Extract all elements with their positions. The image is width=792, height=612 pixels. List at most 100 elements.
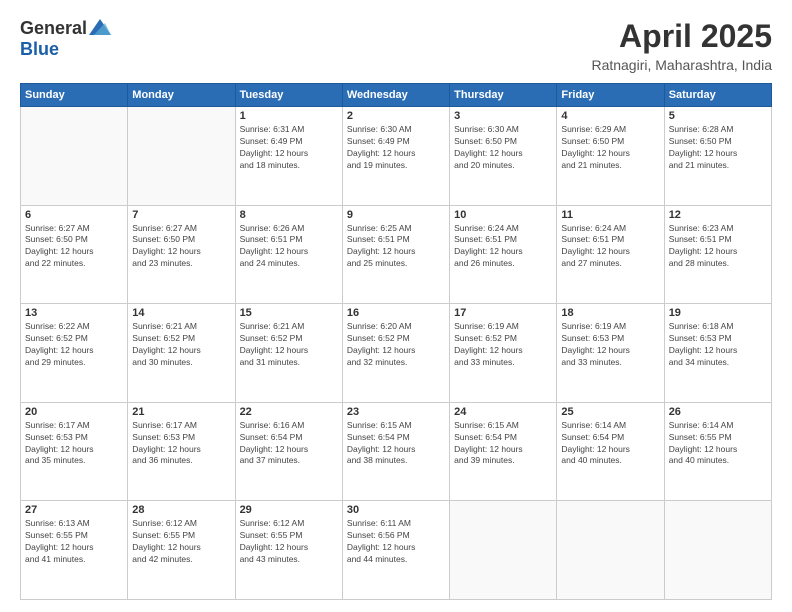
calendar-cell: 14 Sunrise: 6:21 AMSunset: 6:52 PMDayligh… bbox=[128, 304, 235, 403]
day-detail: Sunrise: 6:30 AMSunset: 6:49 PMDaylight:… bbox=[347, 124, 445, 172]
calendar-cell: 30 Sunrise: 6:11 AMSunset: 6:56 PMDayligh… bbox=[342, 501, 449, 600]
day-number: 5 bbox=[669, 110, 767, 122]
day-detail: Sunrise: 6:14 AMSunset: 6:54 PMDaylight:… bbox=[561, 420, 659, 468]
calendar-cell: 25 Sunrise: 6:14 AMSunset: 6:54 PMDayligh… bbox=[557, 402, 664, 501]
calendar-cell bbox=[128, 107, 235, 206]
calendar-cell: 18 Sunrise: 6:19 AMSunset: 6:53 PMDayligh… bbox=[557, 304, 664, 403]
day-detail: Sunrise: 6:27 AMSunset: 6:50 PMDaylight:… bbox=[132, 223, 230, 271]
calendar-week-1: 6 Sunrise: 6:27 AMSunset: 6:50 PMDaylight… bbox=[21, 205, 772, 304]
day-detail: Sunrise: 6:17 AMSunset: 6:53 PMDaylight:… bbox=[25, 420, 123, 468]
calendar-location: Ratnagiri, Maharashtra, India bbox=[591, 57, 772, 73]
day-detail: Sunrise: 6:14 AMSunset: 6:55 PMDaylight:… bbox=[669, 420, 767, 468]
day-detail: Sunrise: 6:26 AMSunset: 6:51 PMDaylight:… bbox=[240, 223, 338, 271]
day-detail: Sunrise: 6:24 AMSunset: 6:51 PMDaylight:… bbox=[454, 223, 552, 271]
day-number: 9 bbox=[347, 209, 445, 221]
day-detail: Sunrise: 6:21 AMSunset: 6:52 PMDaylight:… bbox=[132, 321, 230, 369]
calendar-cell bbox=[557, 501, 664, 600]
day-header-friday: Friday bbox=[557, 84, 664, 107]
calendar-cell: 10Sunrise: 6:24 AMSunset: 6:51 PMDayligh… bbox=[450, 205, 557, 304]
calendar-cell: 3 Sunrise: 6:30 AMSunset: 6:50 PMDaylight… bbox=[450, 107, 557, 206]
day-number: 25 bbox=[561, 406, 659, 418]
day-detail: Sunrise: 6:19 AMSunset: 6:52 PMDaylight:… bbox=[454, 321, 552, 369]
calendar-cell: 1 Sunrise: 6:31 AMSunset: 6:49 PMDaylight… bbox=[235, 107, 342, 206]
day-number: 4 bbox=[561, 110, 659, 122]
logo: General Blue bbox=[20, 18, 111, 60]
day-number: 14 bbox=[132, 307, 230, 319]
day-detail: Sunrise: 6:20 AMSunset: 6:52 PMDaylight:… bbox=[347, 321, 445, 369]
logo-blue-text: Blue bbox=[20, 39, 59, 60]
day-number: 13 bbox=[25, 307, 123, 319]
calendar-cell bbox=[21, 107, 128, 206]
day-detail: Sunrise: 6:16 AMSunset: 6:54 PMDaylight:… bbox=[240, 420, 338, 468]
day-number: 27 bbox=[25, 504, 123, 516]
day-number: 21 bbox=[132, 406, 230, 418]
day-number: 19 bbox=[669, 307, 767, 319]
day-number: 28 bbox=[132, 504, 230, 516]
day-number: 1 bbox=[240, 110, 338, 122]
calendar-cell: 27 Sunrise: 6:13 AMSunset: 6:55 PMDayligh… bbox=[21, 501, 128, 600]
day-detail: Sunrise: 6:30 AMSunset: 6:50 PMDaylight:… bbox=[454, 124, 552, 172]
day-detail: Sunrise: 6:24 AMSunset: 6:51 PMDaylight:… bbox=[561, 223, 659, 271]
day-detail: Sunrise: 6:27 AMSunset: 6:50 PMDaylight:… bbox=[25, 223, 123, 271]
calendar-week-2: 13 Sunrise: 6:22 AMSunset: 6:52 PMDayligh… bbox=[21, 304, 772, 403]
day-detail: Sunrise: 6:15 AMSunset: 6:54 PMDaylight:… bbox=[454, 420, 552, 468]
day-detail: Sunrise: 6:18 AMSunset: 6:53 PMDaylight:… bbox=[669, 321, 767, 369]
title-block: April 2025 Ratnagiri, Maharashtra, India bbox=[591, 18, 772, 73]
day-detail: Sunrise: 6:19 AMSunset: 6:53 PMDaylight:… bbox=[561, 321, 659, 369]
day-detail: Sunrise: 6:21 AMSunset: 6:52 PMDaylight:… bbox=[240, 321, 338, 369]
day-header-monday: Monday bbox=[128, 84, 235, 107]
day-detail: Sunrise: 6:25 AMSunset: 6:51 PMDaylight:… bbox=[347, 223, 445, 271]
day-number: 30 bbox=[347, 504, 445, 516]
day-number: 26 bbox=[669, 406, 767, 418]
calendar-cell: 8Sunrise: 6:26 AMSunset: 6:51 PMDaylight… bbox=[235, 205, 342, 304]
day-number: 2 bbox=[347, 110, 445, 122]
calendar-cell: 21 Sunrise: 6:17 AMSunset: 6:53 PMDayligh… bbox=[128, 402, 235, 501]
calendar-cell: 26 Sunrise: 6:14 AMSunset: 6:55 PMDayligh… bbox=[664, 402, 771, 501]
day-header-sunday: Sunday bbox=[21, 84, 128, 107]
day-detail: Sunrise: 6:29 AMSunset: 6:50 PMDaylight:… bbox=[561, 124, 659, 172]
logo-general-text: General bbox=[20, 18, 87, 39]
day-detail: Sunrise: 6:22 AMSunset: 6:52 PMDaylight:… bbox=[25, 321, 123, 369]
day-detail: Sunrise: 6:13 AMSunset: 6:55 PMDaylight:… bbox=[25, 518, 123, 566]
day-detail: Sunrise: 6:23 AMSunset: 6:51 PMDaylight:… bbox=[669, 223, 767, 271]
calendar-week-3: 20 Sunrise: 6:17 AMSunset: 6:53 PMDayligh… bbox=[21, 402, 772, 501]
calendar-cell: 17 Sunrise: 6:19 AMSunset: 6:52 PMDayligh… bbox=[450, 304, 557, 403]
calendar-table: SundayMondayTuesdayWednesdayThursdayFrid… bbox=[20, 83, 772, 600]
calendar-cell: 9 Sunrise: 6:25 AMSunset: 6:51 PMDaylight… bbox=[342, 205, 449, 304]
day-number: 12 bbox=[669, 209, 767, 221]
calendar-cell: 4 Sunrise: 6:29 AMSunset: 6:50 PMDaylight… bbox=[557, 107, 664, 206]
calendar-cell: 12 Sunrise: 6:23 AMSunset: 6:51 PMDayligh… bbox=[664, 205, 771, 304]
day-detail: Sunrise: 6:31 AMSunset: 6:49 PMDaylight:… bbox=[240, 124, 338, 172]
calendar-cell: 29 Sunrise: 6:12 AMSunset: 6:55 PMDayligh… bbox=[235, 501, 342, 600]
day-detail: Sunrise: 6:12 AMSunset: 6:55 PMDaylight:… bbox=[240, 518, 338, 566]
day-number: 22 bbox=[240, 406, 338, 418]
calendar-week-4: 27 Sunrise: 6:13 AMSunset: 6:55 PMDayligh… bbox=[21, 501, 772, 600]
calendar-cell: 16Sunrise: 6:20 AMSunset: 6:52 PMDayligh… bbox=[342, 304, 449, 403]
calendar-cell: 20 Sunrise: 6:17 AMSunset: 6:53 PMDayligh… bbox=[21, 402, 128, 501]
day-number: 17 bbox=[454, 307, 552, 319]
day-number: 3 bbox=[454, 110, 552, 122]
day-detail: Sunrise: 6:15 AMSunset: 6:54 PMDaylight:… bbox=[347, 420, 445, 468]
day-number: 29 bbox=[240, 504, 338, 516]
day-number: 24 bbox=[454, 406, 552, 418]
day-number: 20 bbox=[25, 406, 123, 418]
calendar-cell: 15 Sunrise: 6:21 AMSunset: 6:52 PMDayligh… bbox=[235, 304, 342, 403]
day-number: 7 bbox=[132, 209, 230, 221]
calendar-cell: 19 Sunrise: 6:18 AMSunset: 6:53 PMDayligh… bbox=[664, 304, 771, 403]
day-number: 11 bbox=[561, 209, 659, 221]
day-number: 15 bbox=[240, 307, 338, 319]
calendar-header-row: SundayMondayTuesdayWednesdayThursdayFrid… bbox=[21, 84, 772, 107]
calendar-title: April 2025 bbox=[591, 18, 772, 55]
logo-icon bbox=[89, 19, 111, 35]
day-detail: Sunrise: 6:17 AMSunset: 6:53 PMDaylight:… bbox=[132, 420, 230, 468]
day-header-saturday: Saturday bbox=[664, 84, 771, 107]
day-detail: Sunrise: 6:11 AMSunset: 6:56 PMDaylight:… bbox=[347, 518, 445, 566]
header: General Blue April 2025 Ratnagiri, Mahar… bbox=[20, 18, 772, 73]
day-header-tuesday: Tuesday bbox=[235, 84, 342, 107]
day-header-thursday: Thursday bbox=[450, 84, 557, 107]
day-number: 18 bbox=[561, 307, 659, 319]
day-number: 6 bbox=[25, 209, 123, 221]
calendar-cell: 7 Sunrise: 6:27 AMSunset: 6:50 PMDaylight… bbox=[128, 205, 235, 304]
calendar-cell bbox=[664, 501, 771, 600]
calendar-cell: 6 Sunrise: 6:27 AMSunset: 6:50 PMDaylight… bbox=[21, 205, 128, 304]
